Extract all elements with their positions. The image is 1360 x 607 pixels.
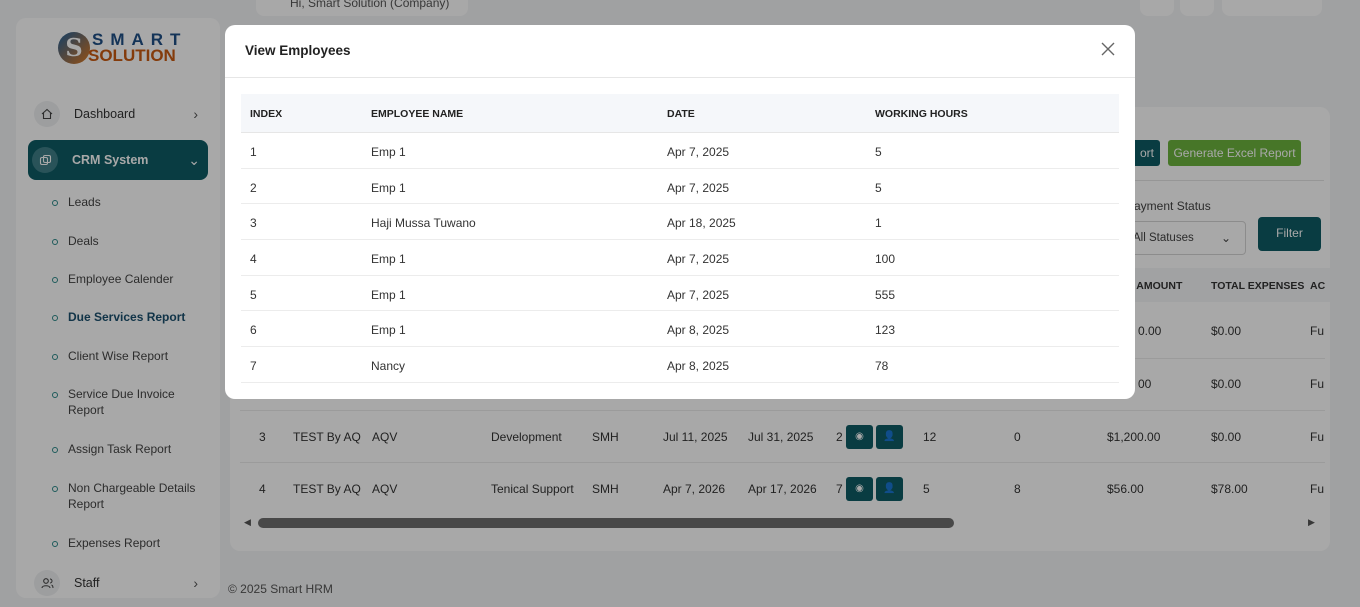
table-row: 5 Emp 1 Apr 7, 2025 555 — [241, 276, 1119, 312]
cell-index: 5 — [250, 287, 257, 302]
close-icon[interactable] — [1099, 39, 1117, 59]
cell-index: 3 — [250, 216, 257, 231]
cell-working-hours: 1 — [875, 216, 882, 231]
col-header-index: INDEX — [250, 108, 283, 120]
cell-working-hours: 5 — [875, 180, 882, 195]
cell-index: 2 — [250, 180, 257, 195]
cell-employee-name: Emp 1 — [371, 323, 406, 338]
cell-index: 7 — [250, 359, 257, 374]
view-employees-modal: View Employees INDEX EMPLOYEE NAME DATE … — [225, 25, 1135, 399]
cell-index: 4 — [250, 252, 257, 267]
table-row: 4 Emp 1 Apr 7, 2025 100 — [241, 240, 1119, 276]
cell-employee-name: Emp 1 — [371, 252, 406, 267]
cell-date: Apr 8, 2025 — [667, 359, 730, 374]
cell-employee-name: Emp 1 — [371, 145, 406, 159]
employees-table: INDEX EMPLOYEE NAME DATE WORKING HOURS 1… — [241, 94, 1119, 383]
col-header-employee-name: EMPLOYEE NAME — [371, 108, 464, 120]
cell-date: Apr 7, 2025 — [667, 252, 730, 267]
modal-divider — [225, 77, 1135, 78]
cell-date: Apr 7, 2025 — [667, 180, 730, 195]
cell-index: 6 — [250, 323, 257, 338]
cell-working-hours: 123 — [875, 323, 896, 338]
table-header: INDEX EMPLOYEE NAME DATE WORKING HOURS — [241, 94, 1119, 133]
col-header-date: DATE — [667, 108, 695, 120]
cell-employee-name: Emp 1 — [371, 287, 406, 302]
cell-working-hours: 100 — [875, 252, 896, 267]
cell-working-hours: 78 — [875, 359, 889, 374]
col-header-working-hours: WORKING HOURS — [875, 108, 968, 120]
cell-date: Apr 7, 2025 — [667, 145, 730, 159]
cell-index: 1 — [250, 145, 257, 159]
cell-employee-name: Emp 1 — [371, 180, 406, 195]
table-row: 3 Haji Mussa Tuwano Apr 18, 2025 1 — [241, 204, 1119, 241]
table-row: 2 Emp 1 Apr 7, 2025 5 — [241, 169, 1119, 205]
cell-date: Apr 7, 2025 — [667, 287, 730, 302]
table-row: 1 Emp 1 Apr 7, 2025 5 — [241, 133, 1119, 169]
cell-working-hours: 555 — [875, 287, 896, 302]
cell-date: Apr 18, 2025 — [667, 216, 736, 231]
cell-working-hours: 5 — [875, 145, 882, 159]
table-row: 7 Nancy Apr 8, 2025 78 — [241, 347, 1119, 383]
cell-employee-name: Nancy — [371, 359, 406, 374]
table-row: 6 Emp 1 Apr 8, 2025 123 — [241, 311, 1119, 348]
cell-employee-name: Haji Mussa Tuwano — [371, 216, 476, 231]
cell-date: Apr 8, 2025 — [667, 323, 730, 338]
modal-title: View Employees — [245, 43, 351, 58]
